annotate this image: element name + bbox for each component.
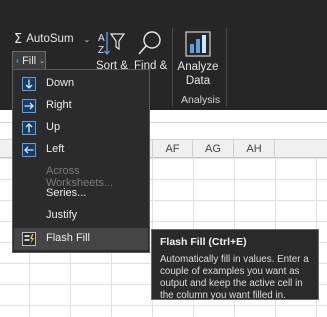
chevron-down-icon: ⌄ [39,58,45,65]
group-divider [226,28,227,106]
fill-dropdown-menu: Down Right Up Left Across Worksheets... … [12,69,150,253]
analyze-data-icon [185,31,211,57]
flash-fill-tooltip: Flash Fill (Ctrl+E) Automatically fill i… [151,229,319,301]
svg-text:Z: Z [98,45,104,56]
chevron-down-icon[interactable]: ⌄ [84,35,91,44]
fill-label: Fill [22,55,37,67]
fill-button[interactable]: Fill ⌄ [12,51,46,71]
menu-item-across-worksheets: Across Worksheets... [14,161,148,189]
menu-item-label: Flash Fill [46,232,91,244]
flash-fill-icon [22,232,36,246]
autosum-button[interactable]: Σ AutoSum ⌄ [14,30,90,48]
menu-item-label: Justify [46,209,78,221]
search-icon [138,31,161,55]
analysis-group-label: Analysis [181,94,221,106]
tooltip-title: Flash Fill (Ctrl+E) [160,236,247,248]
analyze-data-button[interactable]: Analyze Data [174,30,222,92]
menu-item-label: Left [46,143,65,155]
menu-item-up[interactable]: Up [14,117,148,139]
analyze-label: Analyze Data [177,61,219,87]
fill-down-icon [16,59,20,63]
menu-item-label: Down [46,77,75,89]
tooltip-body: Automatically fill in values. Enter a co… [160,254,309,301]
menu-item-label: Series... [46,187,87,199]
autosum-label: AutoSum [26,33,74,45]
menu-item-series[interactable]: Series... [14,183,148,205]
group-divider [172,28,173,106]
fill-down-icon [22,77,36,91]
fill-left-icon [22,143,36,157]
column-header-ah[interactable]: AH [234,140,275,158]
menu-item-down[interactable]: Down [14,73,148,95]
sort-filter-icon: A Z [98,32,126,56]
menu-item-justify[interactable]: Justify [14,205,148,227]
menu-item-flash-fill[interactable]: Flash Fill [14,228,148,250]
menu-item-right[interactable]: Right [14,95,148,117]
column-header-ag[interactable]: AG [193,140,234,158]
menu-item-left[interactable]: Left [14,139,148,161]
column-header-af[interactable]: AF [152,140,193,158]
fill-right-icon [22,99,36,113]
fill-up-icon [22,121,36,135]
svg-text:A: A [98,33,105,44]
sigma-icon: Σ [14,31,23,47]
menu-item-label: Up [46,121,61,133]
menu-item-label: Right [46,99,72,111]
